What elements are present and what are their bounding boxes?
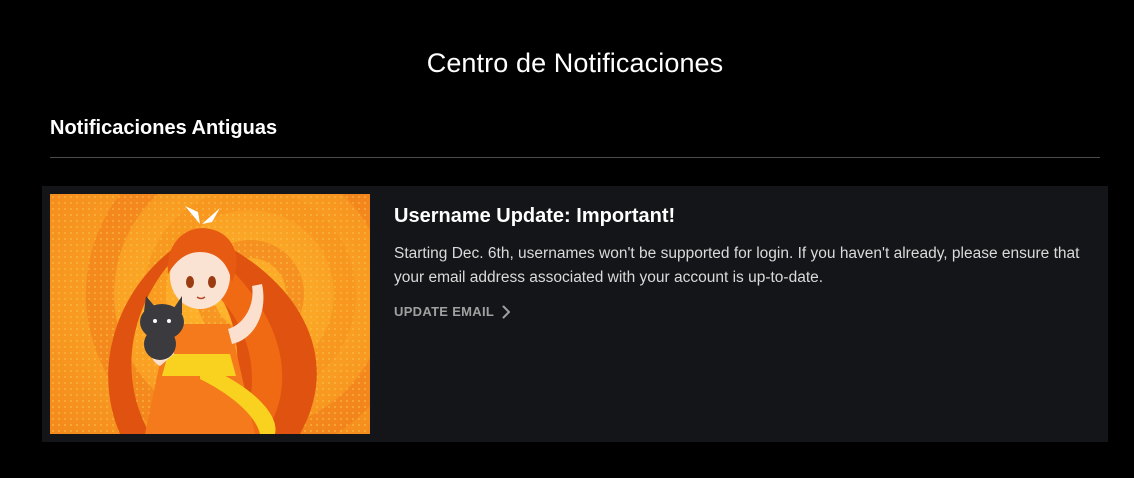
- notification-thumbnail: [50, 194, 370, 434]
- notification-center-page: Centro de Notificaciones Notificaciones …: [0, 0, 1134, 478]
- notification-content: Username Update: Important! Starting Dec…: [394, 202, 1098, 321]
- section-title: Notificaciones Antiguas: [50, 117, 278, 139]
- chevron-right-icon: [502, 305, 511, 319]
- notification-title: Username Update: Important!: [394, 205, 676, 227]
- page-title: Centro de Notificaciones: [426, 48, 724, 79]
- update-email-link[interactable]: UPDATE EMAIL: [394, 304, 511, 319]
- section-divider: [50, 157, 1100, 158]
- update-email-label: UPDATE EMAIL: [394, 304, 495, 319]
- notification-card[interactable]: Username Update: Important! Starting Dec…: [42, 186, 1108, 442]
- mascot-illustration: [50, 194, 370, 434]
- notification-body: Starting Dec. 6th, usernames won't be su…: [394, 245, 1080, 286]
